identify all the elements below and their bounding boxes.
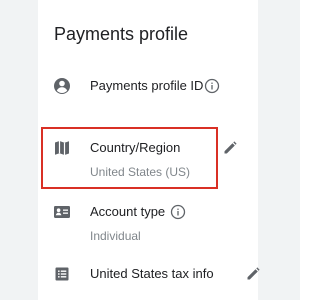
right-gutter (258, 0, 300, 300)
payments-profile-id-info-icon[interactable] (204, 78, 220, 94)
account-type-label: Account type (90, 204, 166, 219)
tax-document-icon (52, 264, 72, 284)
page-title: Payments profile (54, 24, 189, 44)
account-card-icon (52, 202, 72, 222)
page: Payments profile Payments profile ID Cou… (0, 0, 300, 300)
tax-info-edit-pencil-icon[interactable] (245, 266, 261, 282)
account-type-row: Account type Individual (52, 202, 252, 248)
left-gutter (0, 0, 38, 300)
tax-info-label: United States tax info (90, 266, 214, 281)
tax-info-row: United States tax info (52, 264, 260, 288)
account-circle-icon (52, 76, 72, 96)
account-type-info-icon[interactable] (170, 204, 186, 220)
country-region-edit-pencil-icon[interactable] (222, 140, 238, 156)
country-region-highlight-box (41, 127, 218, 189)
payments-profile-id-row: Payments profile ID (52, 76, 252, 100)
payments-profile-id-label: Payments profile ID (90, 78, 204, 93)
account-type-value: Individual (90, 229, 141, 243)
